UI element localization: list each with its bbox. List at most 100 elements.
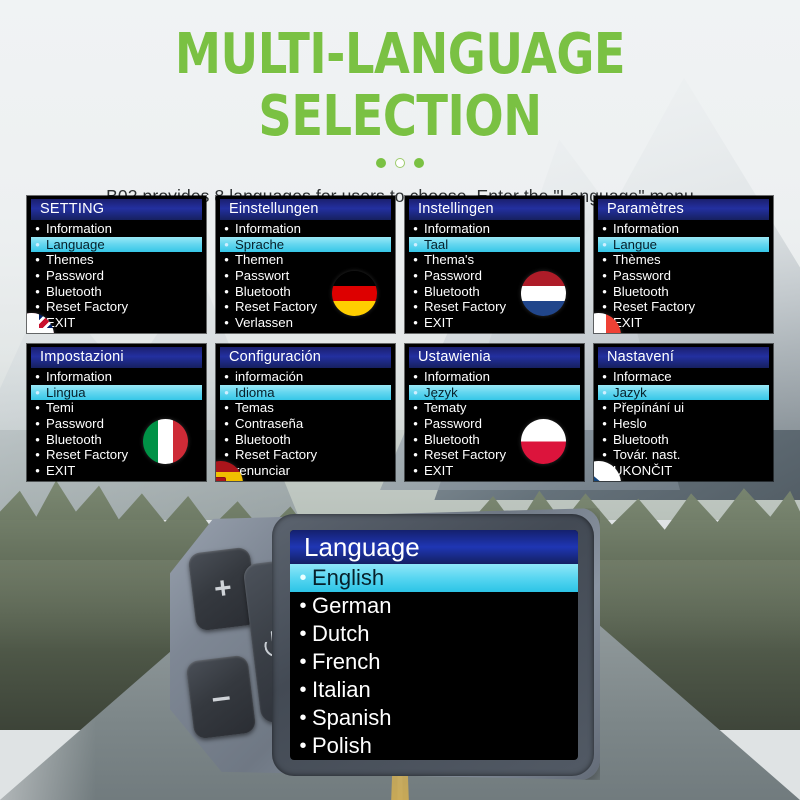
bullet-icon: • xyxy=(224,314,229,330)
bullet-icon: • xyxy=(35,462,40,478)
bullet-icon: • xyxy=(35,447,40,463)
menu-item[interactable]: • Język xyxy=(409,384,580,401)
menu-item[interactable]: • Password xyxy=(598,268,769,284)
bullet-icon: • xyxy=(413,447,418,463)
language-panel: Ustawienia • Information • Język • Tematy • Pass… xyxy=(405,344,584,481)
menu-item[interactable]: •UKONČIT xyxy=(598,463,769,479)
menu-item[interactable]: •EXIT xyxy=(598,315,769,331)
menu-item[interactable]: • Thema's xyxy=(409,252,580,268)
menu-item-label: Information xyxy=(235,221,301,237)
menu-item[interactable]: • Reset Factory xyxy=(220,447,391,463)
menu-item-label: Idioma xyxy=(235,384,275,400)
menu-item[interactable]: • Bluetooth xyxy=(220,431,391,447)
screen-language-item[interactable]: • English xyxy=(290,564,578,592)
menu-item[interactable]: • Reset Factory xyxy=(31,299,202,315)
menu-item[interactable]: •EXIT xyxy=(31,315,202,331)
menu-item[interactable]: • Jazyk xyxy=(598,384,769,401)
panel-title-bar: Instellingen xyxy=(409,199,580,220)
panel-title-bar: Paramètres xyxy=(598,199,769,220)
menu-item-label: Password xyxy=(613,268,671,284)
screen-language-item[interactable]: • Spanish xyxy=(290,704,578,732)
menu-item-label: EXIT xyxy=(424,314,454,330)
menu-item[interactable]: • Lingua xyxy=(31,384,202,401)
bullet-icon: • xyxy=(413,416,418,432)
menu-item[interactable]: • Tematy xyxy=(409,400,580,416)
bullet-icon: • xyxy=(602,369,607,385)
menu-item[interactable]: • Information xyxy=(409,369,580,385)
language-panel: Paramètres • Information • Langue • Thèmes • Pas… xyxy=(594,196,773,333)
menu-item-label: Bluetooth xyxy=(424,283,480,299)
menu-item[interactable]: • Information xyxy=(31,369,202,385)
menu-item[interactable]: • Language xyxy=(31,236,202,253)
menu-item[interactable]: • Themes xyxy=(31,252,202,268)
menu-item-label: renunciar xyxy=(235,462,290,478)
panel-title-bar: Einstellungen xyxy=(220,199,391,220)
carousel-dot-3[interactable] xyxy=(414,158,424,168)
menu-item-label: Reset Factory xyxy=(235,299,318,315)
menu-item-label: Bluetooth xyxy=(46,431,102,447)
bullet-icon: • xyxy=(224,299,229,315)
device-screen: Language • English • German • Dutch • French • It… xyxy=(290,530,578,760)
menu-item[interactable]: • Information xyxy=(220,221,391,237)
panel-menu-list: • Information • Langue • Thèmes • Password • Blue… xyxy=(594,221,773,330)
panel-title: Configuración xyxy=(229,349,322,365)
screen-title-bar: Language xyxy=(290,530,578,564)
bullet-icon: • xyxy=(35,384,40,400)
screen-language-item[interactable]: • German xyxy=(290,592,578,620)
screen-language-item[interactable]: • Italian xyxy=(290,676,578,704)
menu-item-label: Temi xyxy=(46,400,74,416)
menu-item[interactable]: • Bluetooth xyxy=(598,283,769,299)
menu-item[interactable]: • Temas xyxy=(220,400,391,416)
menu-item[interactable]: •EXIT xyxy=(409,463,580,479)
menu-item-label: Password xyxy=(424,416,482,432)
menu-item[interactable]: • Verlassen xyxy=(220,315,391,331)
menu-item[interactable]: • Továr. nast. xyxy=(598,447,769,463)
menu-item[interactable]: •EXIT xyxy=(31,463,202,479)
carousel-dots[interactable] xyxy=(0,158,800,168)
bullet-icon: • xyxy=(35,431,40,447)
menu-item[interactable]: • información xyxy=(220,369,391,385)
menu-item[interactable]: • Bluetooth xyxy=(31,283,202,299)
panel-menu-list: • información • Idioma • Temas • Contraseña • Blu… xyxy=(216,369,395,478)
menu-item-label: Bluetooth xyxy=(613,283,669,299)
bullet-icon: • xyxy=(602,416,607,432)
bullet-icon: • xyxy=(224,369,229,385)
screen-language-item[interactable]: • Polish xyxy=(290,732,578,760)
menu-item[interactable]: • Themen xyxy=(220,252,391,268)
screen-language-item[interactable]: • Dutch xyxy=(290,620,578,648)
menu-item[interactable]: • Temi xyxy=(31,400,202,416)
menu-item-label: Langue xyxy=(613,236,658,252)
bullet-icon: • xyxy=(413,400,418,416)
menu-item-label: UKONČIT xyxy=(613,462,673,478)
menu-item[interactable]: • Contraseña xyxy=(220,416,391,432)
menu-item-label: Heslo xyxy=(613,416,647,432)
menu-item[interactable]: • Heslo xyxy=(598,416,769,432)
menu-item[interactable]: • Sprache xyxy=(220,236,391,253)
panel-title: Paramètres xyxy=(607,201,684,217)
menu-item-label: Reset Factory xyxy=(424,447,507,463)
menu-item[interactable]: •EXIT xyxy=(409,315,580,331)
menu-item-label: EXIT xyxy=(424,462,454,478)
menu-item-label: Reset Factory xyxy=(46,447,129,463)
menu-item[interactable]: • Reset Factory xyxy=(598,299,769,315)
bullet-icon: • xyxy=(224,447,229,463)
carousel-dot-2[interactable] xyxy=(395,158,405,168)
menu-item[interactable]: • Taal xyxy=(409,236,580,253)
menu-item[interactable]: • Idioma xyxy=(220,384,391,401)
screen-language-item[interactable]: • French xyxy=(290,648,578,676)
screen-language-label: French xyxy=(312,649,381,674)
menu-item[interactable]: • Bluetooth xyxy=(598,431,769,447)
menu-item[interactable]: •renunciar xyxy=(220,463,391,479)
menu-item[interactable]: • Přepínání ui xyxy=(598,400,769,416)
minus-button[interactable]: – xyxy=(185,654,257,740)
menu-item[interactable]: • Informace xyxy=(598,369,769,385)
menu-item[interactable]: • Information xyxy=(598,221,769,237)
menu-item[interactable]: • Langue xyxy=(598,236,769,253)
bullet-icon: • xyxy=(35,416,40,432)
menu-item[interactable]: • Password xyxy=(31,268,202,284)
menu-item-label: Contraseña xyxy=(235,416,304,432)
menu-item[interactable]: • Information xyxy=(31,221,202,237)
carousel-dot-1[interactable] xyxy=(376,158,386,168)
menu-item[interactable]: • Thèmes xyxy=(598,252,769,268)
menu-item[interactable]: • Information xyxy=(409,221,580,237)
